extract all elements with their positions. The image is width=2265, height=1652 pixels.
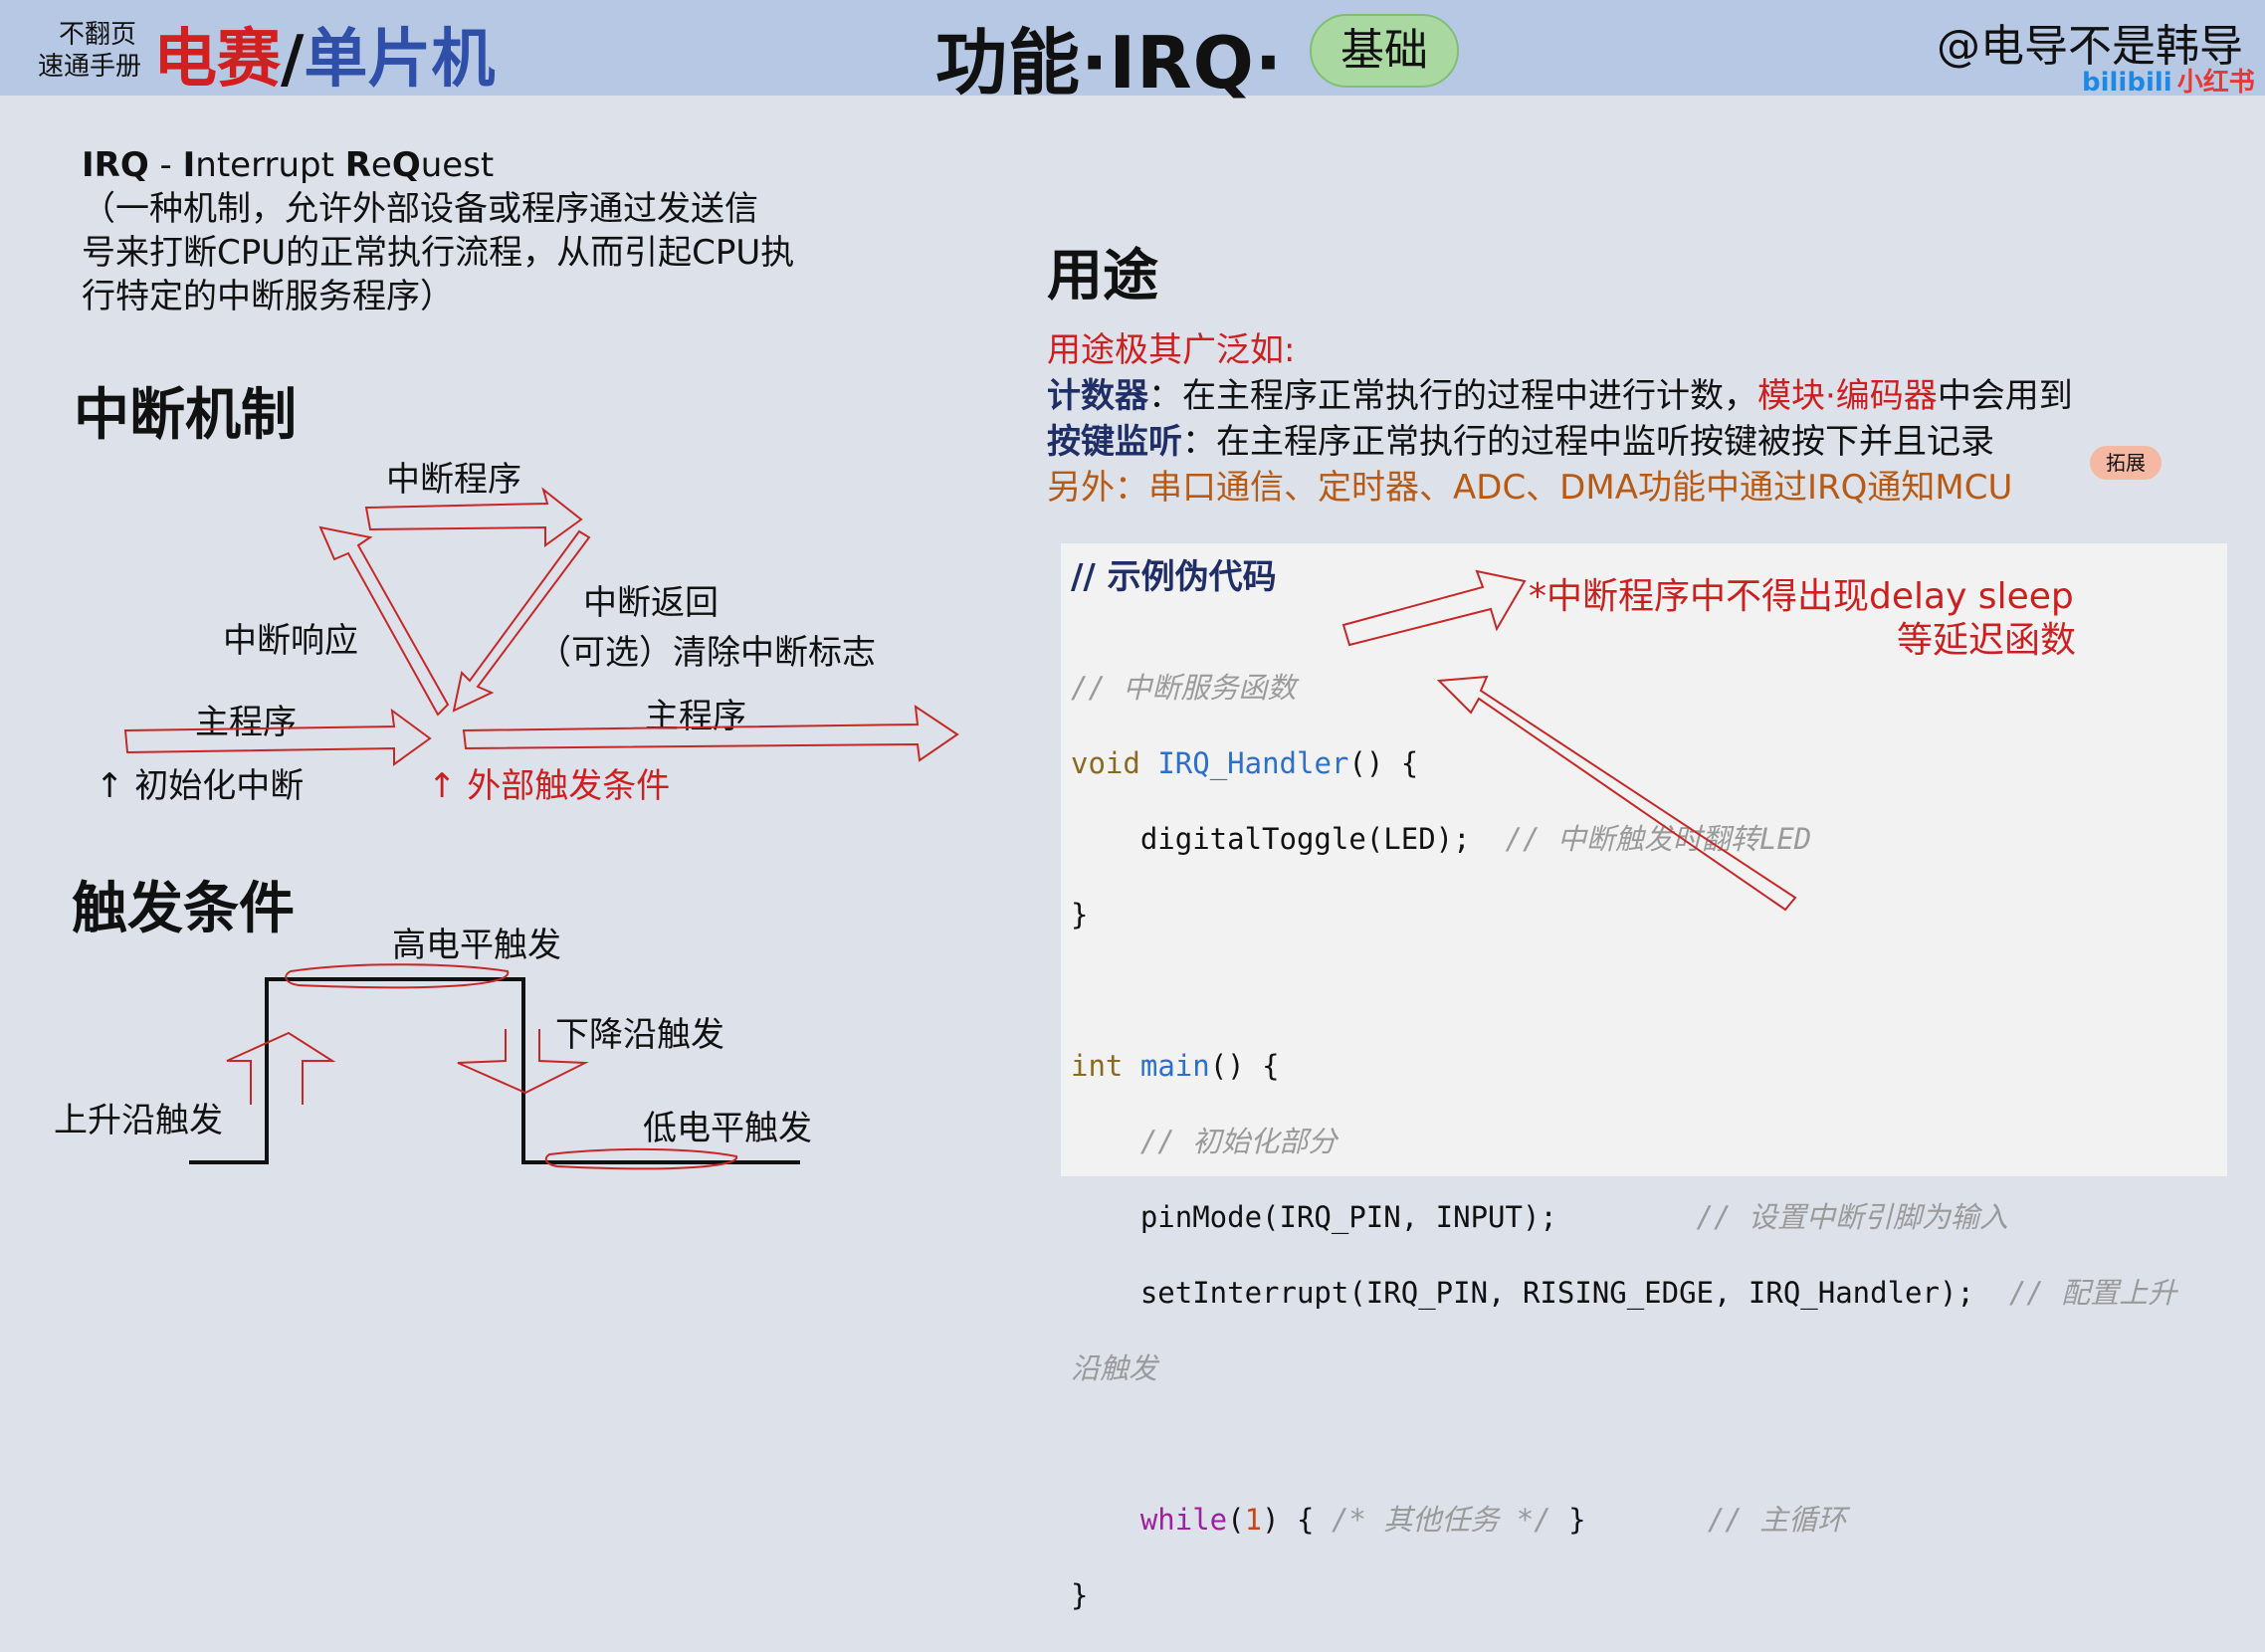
- code-while: while: [1139, 1503, 1228, 1537]
- code-arrows: [1341, 569, 1797, 912]
- code-while-comment: /* 其他任务 */: [1331, 1503, 1551, 1537]
- code-loop-comment: // 主循环: [1585, 1503, 1847, 1537]
- code-setint-comment2: 沿触发: [1071, 1351, 1158, 1385]
- handler-arrow: [1436, 675, 1797, 912]
- code-one: 1: [1244, 1503, 1263, 1537]
- code-while-close: ) {: [1262, 1503, 1332, 1537]
- code-setinterrupt: setInterrupt(IRQ_PIN, RISING_EDGE, IRQ_H…: [1071, 1276, 1974, 1310]
- code-setint-comment: // 配置上升: [1973, 1276, 2177, 1310]
- code-close2: }: [1071, 1578, 1089, 1612]
- code-while-end: }: [1550, 1503, 1586, 1537]
- warning-arrow: [1341, 569, 1527, 647]
- code-while-open: (: [1227, 1503, 1245, 1537]
